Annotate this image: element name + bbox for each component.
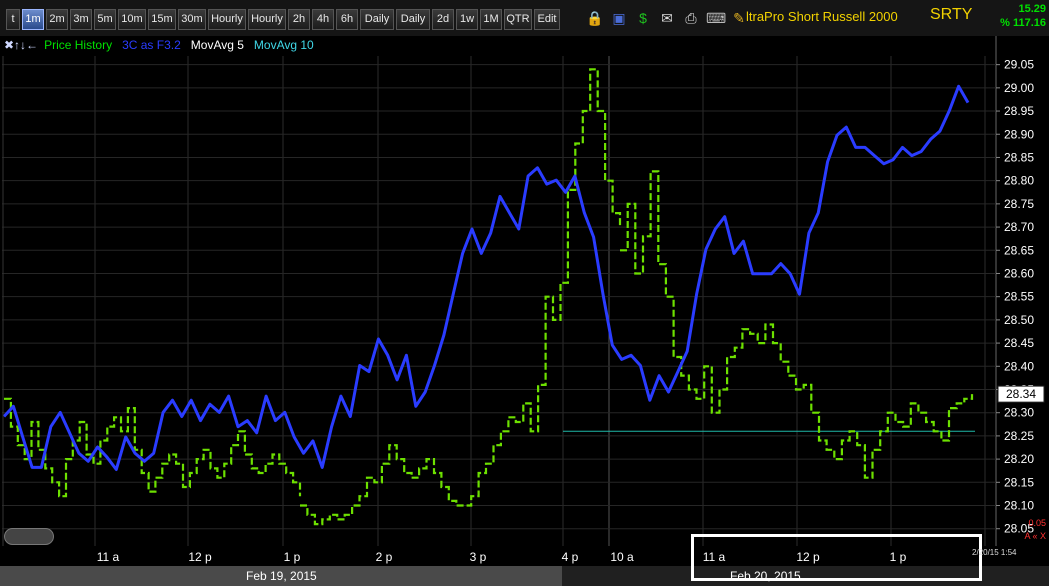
price-tick-label-15: 28.80	[1004, 174, 1034, 188]
price-tick-label-10: 28.55	[1004, 290, 1034, 304]
indicator-3c-line	[2, 84, 970, 471]
time-tick-label-3: 2 p	[376, 550, 393, 564]
time-tick-label-1: 12 p	[188, 550, 212, 564]
price-tick-label-1: 28.10	[1004, 499, 1034, 513]
time-tick-label-2: 1 p	[284, 550, 301, 564]
price-tick-label-7: 28.40	[1004, 359, 1034, 373]
price-series-0	[4, 397, 302, 498]
price-tick-label-11: 28.60	[1004, 266, 1034, 280]
price-tick-label-16: 28.85	[1004, 150, 1034, 164]
lower-right-controls[interactable]: A « X	[1024, 531, 1046, 541]
time-tick-label-6: 10 a	[610, 550, 634, 564]
price-tick-label-4: 28.25	[1004, 429, 1034, 443]
date-label-day1: Feb 19, 2015	[246, 569, 317, 583]
price-tick-label-12: 28.65	[1004, 243, 1034, 257]
price-tick-label-2: 28.15	[1004, 475, 1034, 489]
price-tick-label-13: 28.70	[1004, 220, 1034, 234]
time-tick-label-4: 3 p	[470, 550, 487, 564]
scroll-handle[interactable]	[4, 528, 54, 545]
price-tick-label-9: 28.50	[1004, 313, 1034, 327]
time-tick-label-5: 4 p	[562, 550, 579, 564]
price-tick-label-20: 29.05	[1004, 58, 1034, 72]
price-tick-label-8: 28.45	[1004, 336, 1034, 350]
highlight-annotation	[691, 534, 982, 581]
price-tick-label-3: 28.20	[1004, 452, 1034, 466]
price-tick-label-5: 28.30	[1004, 406, 1034, 420]
lower-right-value: 0.05	[1028, 518, 1046, 528]
time-tick-label-0: 11 a	[97, 550, 120, 564]
timestamp: 2/20/15 1:54	[972, 548, 1017, 557]
price-tick-label-19: 29.00	[1004, 81, 1034, 95]
price-tick-label-17: 28.90	[1004, 127, 1034, 141]
price-chart[interactable]: 28.0528.1028.1528.2028.2528.3028.3528.40…	[0, 0, 1049, 566]
price-tick-label-18: 28.95	[1004, 104, 1034, 118]
price-tick-label-14: 28.75	[1004, 197, 1034, 211]
current-price-label: 28.34	[1006, 387, 1036, 401]
